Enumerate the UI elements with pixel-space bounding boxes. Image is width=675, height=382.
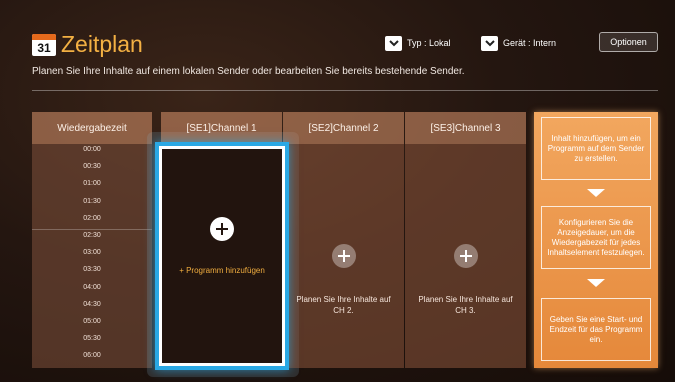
channel-2-column[interactable]: [SE2]Channel 2 Planen Sie Ihre Inhalte a…	[283, 112, 404, 368]
help-step-2: Konfigurieren Sie die Anzeigedauer, um d…	[541, 206, 651, 269]
arrow-down-icon	[587, 189, 605, 197]
page-title: Zeitplan	[61, 31, 143, 57]
time-column: Wiedergabezeit 00:00 00:30 01:00 01:30 02:00…	[32, 112, 152, 368]
time-label: 05:00	[83, 318, 101, 325]
device-dropdown-label: Gerät : Intern	[503, 38, 557, 48]
time-label: 06:00	[83, 352, 101, 360]
time-label: 03:30	[83, 266, 101, 274]
time-separator	[32, 229, 152, 230]
chevron-down-icon	[481, 35, 498, 51]
add-icon[interactable]	[331, 244, 356, 268]
device-dropdown[interactable]: Gerät : Intern	[481, 35, 556, 51]
time-label: 02:30	[83, 232, 101, 239]
calendar-icon: 31	[32, 34, 56, 56]
arrow-down-icon	[587, 279, 605, 287]
channel-3-header: [SE3]Channel 3	[405, 112, 526, 144]
calendar-icon-day: 31	[37, 41, 51, 55]
time-label: 04:00	[83, 283, 101, 291]
time-label: 00:30	[83, 163, 101, 171]
help-panel: Inhalt hinzufügen, um ein Programm auf d…	[534, 112, 658, 368]
time-column-body: 00:00 00:30 01:00 01:30 02:00 02:30 03:00 03:30…	[32, 144, 152, 368]
help-step-1: Inhalt hinzufügen, um ein Programm auf d…	[541, 117, 651, 180]
help-step-3: Geben Sie eine Start- und Endzeit für da…	[541, 298, 651, 361]
channel-1-add-program-card[interactable]: + Programm hinzufügen	[155, 142, 289, 370]
header-divider	[32, 90, 658, 91]
time-label: 01:30	[83, 197, 101, 205]
time-label: 05:30	[83, 335, 101, 343]
page-subtitle: Planen Sie Ihre Inhalte auf einem lokale…	[32, 66, 465, 77]
time-label: 02:00	[83, 214, 101, 222]
channel-3-column[interactable]: [SE3]Channel 3 Planen Sie Ihre Inhalte a…	[405, 112, 526, 368]
add-icon[interactable]	[453, 244, 478, 268]
time-label: 01:00	[83, 180, 101, 188]
add-program-label: + Programm hinzufügen	[179, 266, 265, 275]
channel-3-body: Planen Sie Ihre Inhalte auf CH 3.	[405, 144, 526, 368]
time-label: 00:00	[83, 146, 101, 153]
chevron-down-icon	[385, 35, 402, 51]
add-icon[interactable]	[210, 217, 234, 241]
time-label: 03:00	[83, 249, 101, 257]
channel-2-body: Planen Sie Ihre Inhalte auf CH 2.	[283, 144, 404, 368]
type-dropdown[interactable]: Typ : Lokal	[385, 35, 451, 51]
time-list: 00:00 00:30 01:00 01:30 02:00 02:30 03:00 03:30…	[32, 144, 152, 368]
channel-1-header: [SE1]Channel 1	[161, 112, 282, 144]
time-column-header: Wiedergabezeit	[32, 112, 152, 144]
options-button[interactable]: Optionen	[599, 32, 658, 52]
channel-3-hint: Planen Sie Ihre Inhalte auf CH 3.	[418, 295, 513, 315]
time-label: 04:30	[83, 300, 101, 308]
channel-2-hint: Planen Sie Ihre Inhalte auf CH 2.	[296, 295, 391, 315]
type-dropdown-label: Typ : Lokal	[407, 38, 451, 48]
channel-2-header: [SE2]Channel 2	[283, 112, 404, 144]
